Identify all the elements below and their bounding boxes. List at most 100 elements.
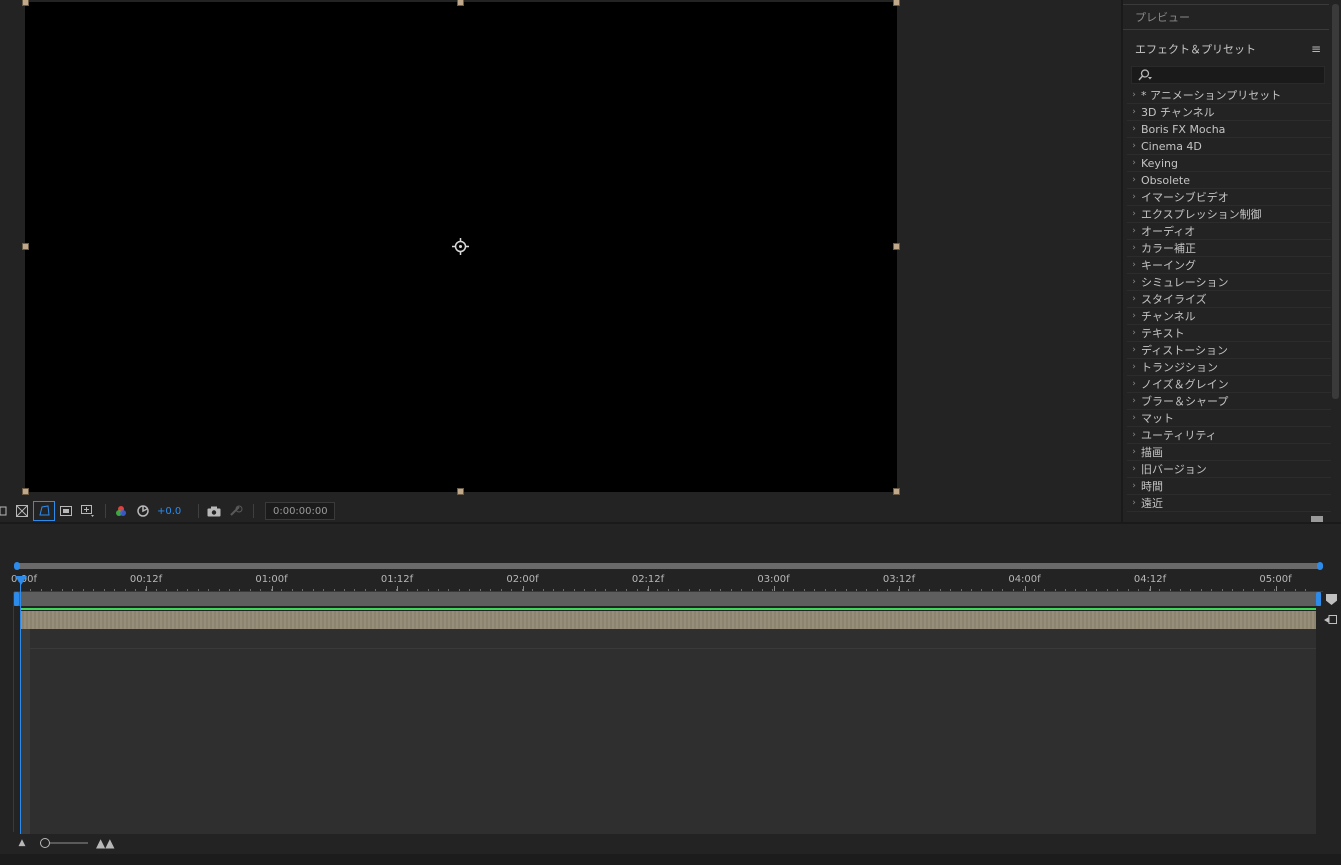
camera-snapshot-icon[interactable] (204, 502, 224, 520)
effects-category-item[interactable]: › シミュレーション (1127, 274, 1331, 291)
ruler-tick (899, 586, 900, 591)
effects-category-item[interactable]: › 遠近 (1127, 495, 1331, 512)
effects-category-item[interactable]: › 描画 (1127, 444, 1331, 461)
ruler-tick-label: 03:12f (882, 574, 916, 585)
current-time-indicator[interactable] (20, 582, 21, 834)
ruler-tick-label: 03:00f (757, 574, 790, 585)
chevron-right-icon: › (1132, 498, 1136, 508)
effects-category-item[interactable]: › カラー補正 (1127, 240, 1331, 257)
ruler-minor-tick (427, 589, 429, 591)
range-end-handle[interactable] (1316, 592, 1321, 606)
effects-category-label: テキスト (1141, 327, 1185, 340)
mask-path-visibility-icon[interactable] (33, 501, 55, 521)
range-start-handle[interactable] (14, 592, 19, 606)
channel-rgb-icon[interactable] (111, 502, 131, 520)
ruler-tick (1275, 586, 1277, 591)
show-snapshot-icon[interactable] (226, 502, 246, 520)
timeline-track-area[interactable] (20, 629, 1316, 834)
3d-view-icon[interactable] (78, 502, 98, 520)
effects-category-item[interactable]: › トランジション (1127, 359, 1331, 376)
effects-category-label: ディストーション (1141, 344, 1229, 357)
playhead-handle-icon[interactable] (15, 576, 27, 585)
timeline-zoom-controls: ▲ ▲▲ (0, 834, 120, 852)
toolbar-divider (198, 504, 200, 518)
transform-handle-bottom-center[interactable] (457, 488, 464, 495)
exposure-reset-icon[interactable] (133, 502, 153, 520)
effects-category-item[interactable]: › エクスプレッション制御 (1127, 206, 1331, 223)
ruler-minor-tick (511, 589, 513, 591)
layer-duration-bar[interactable] (20, 611, 1316, 629)
anchor-point-icon[interactable] (452, 238, 469, 255)
comp-marker-icon[interactable] (1326, 594, 1337, 605)
work-area-end-handle[interactable] (1317, 562, 1323, 570)
effects-search-box[interactable] (1131, 66, 1325, 84)
effects-category-item[interactable]: › オーディオ (1127, 223, 1331, 240)
effects-search-input[interactable] (1156, 69, 1316, 81)
panel-scrollbar[interactable] (1332, 4, 1339, 399)
effects-category-item[interactable]: › キーイング (1127, 257, 1331, 274)
ruler-minor-tick (584, 589, 586, 591)
effects-category-item[interactable]: › * アニメーションプリセット (1127, 87, 1331, 104)
ruler-minor-tick (1305, 589, 1307, 591)
grid-guide-icon[interactable] (0, 502, 10, 520)
ruler-minor-tick (824, 589, 826, 591)
effects-category-item[interactable]: › Obsolete (1127, 172, 1331, 189)
timeline-zoom-slider[interactable] (40, 838, 88, 848)
transform-handle-top-center[interactable] (457, 0, 464, 6)
effects-category-label: チャンネル (1141, 310, 1196, 323)
effects-category-item[interactable]: › Cinema 4D (1127, 138, 1331, 155)
hamburger-icon[interactable]: ≡ (1311, 42, 1321, 56)
effects-category-item[interactable]: › スタイライズ (1127, 291, 1331, 308)
transform-handle-bottom-left[interactable] (22, 488, 29, 495)
effects-category-item[interactable]: › テキスト (1127, 325, 1331, 342)
transform-handle-bottom-right[interactable] (893, 488, 900, 495)
preview-panel-tab[interactable]: プレビュー (1123, 4, 1329, 30)
transform-handle-middle-right[interactable] (893, 243, 900, 250)
chevron-right-icon: › (1132, 311, 1136, 321)
effects-category-item[interactable]: › Boris FX Mocha (1127, 121, 1331, 138)
zoom-in-icon[interactable]: ▲▲ (96, 836, 114, 850)
ruler-minor-tick (594, 589, 596, 591)
current-time-display[interactable]: 0:00:00:00 (265, 502, 336, 520)
exposure-value[interactable]: +0.0 (157, 506, 181, 517)
ruler-tick (773, 586, 775, 591)
effects-category-item[interactable]: › ノイズ＆グレイン (1127, 376, 1331, 393)
timeline-panel: 0:00f 00:12f 01:00f 01:12f 02:00f 02:12f 03:0… (0, 522, 1341, 865)
ruler-minor-tick (730, 589, 732, 591)
ruler-minor-tick (636, 589, 638, 591)
ruler-minor-tick (1274, 589, 1275, 591)
effects-panel-header: エフェクト＆プリセット ≡ (1123, 36, 1329, 62)
ruler-tick-label: 01:00f (255, 574, 288, 585)
composition-range-bar[interactable] (14, 592, 1321, 606)
effects-category-item[interactable]: › ブラー＆シャープ (1127, 393, 1331, 410)
ruler-minor-tick (103, 589, 105, 591)
work-area-start-handle[interactable] (14, 562, 20, 570)
effects-category-item[interactable]: › ユーティリティ (1127, 427, 1331, 444)
zoom-out-icon[interactable]: ▲ (12, 838, 32, 848)
effects-category-label: オーディオ (1141, 225, 1196, 238)
ruler-minor-tick (835, 589, 837, 591)
transform-handle-top-left[interactable] (22, 0, 29, 6)
ruler-tick (648, 586, 649, 591)
effects-category-item[interactable]: › マット (1127, 410, 1331, 427)
ruler-tick-label: 05:00f (1259, 574, 1292, 585)
transform-handle-top-right[interactable] (893, 0, 900, 6)
effects-category-item[interactable]: › 3D チャンネル (1127, 104, 1331, 121)
effects-category-item[interactable]: › イマーシブビデオ (1127, 189, 1331, 206)
effects-category-item[interactable]: › Keying (1127, 155, 1331, 172)
layer-link-icon[interactable] (1323, 613, 1337, 627)
effects-category-item[interactable]: › ディストーション (1127, 342, 1331, 359)
toolbar-divider (105, 504, 106, 518)
effects-category-item[interactable]: › 時間 (1127, 478, 1331, 495)
zoom-slider-knob[interactable] (40, 838, 50, 848)
region-of-interest-icon[interactable] (56, 502, 76, 520)
effects-category-item[interactable]: › チャンネル (1127, 308, 1331, 325)
work-area-bar[interactable] (14, 563, 1323, 569)
transparency-grid-icon[interactable] (12, 502, 32, 520)
effects-category-label: Obsolete (1141, 173, 1191, 187)
time-ruler[interactable]: 0:00f 00:12f 01:00f 01:12f 02:00f 02:12f 03:0… (11, 570, 1323, 592)
ruler-minor-tick (469, 589, 471, 591)
transform-handle-middle-left[interactable] (22, 243, 29, 250)
ruler-minor-tick (114, 589, 116, 591)
effects-category-item[interactable]: › 旧バージョン (1127, 461, 1331, 478)
